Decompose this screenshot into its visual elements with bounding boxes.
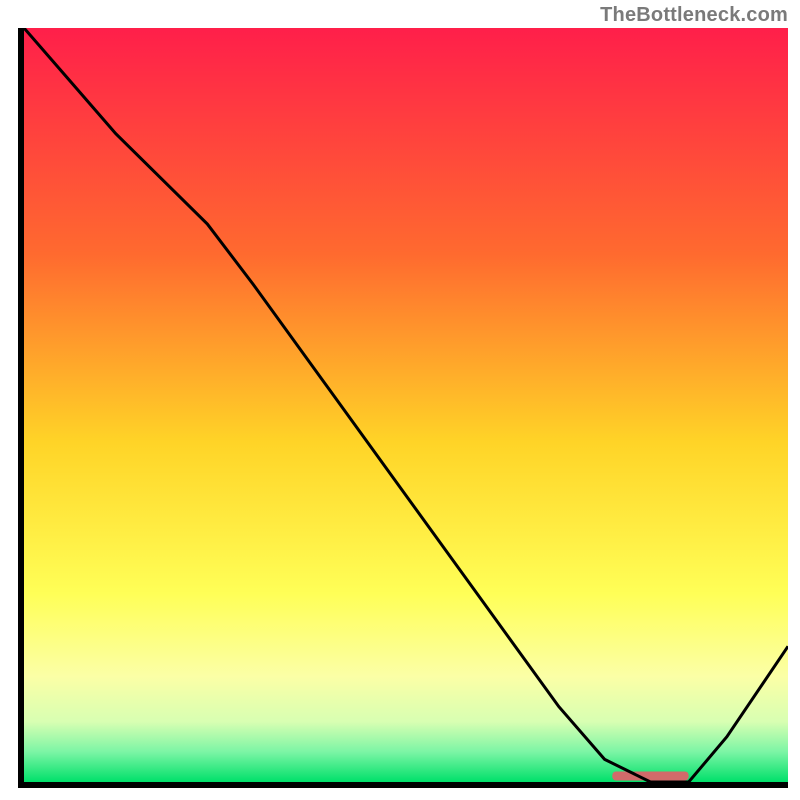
watermark-text: TheBottleneck.com [600, 4, 788, 27]
chart-area [18, 28, 788, 788]
chart-axes [18, 28, 788, 788]
